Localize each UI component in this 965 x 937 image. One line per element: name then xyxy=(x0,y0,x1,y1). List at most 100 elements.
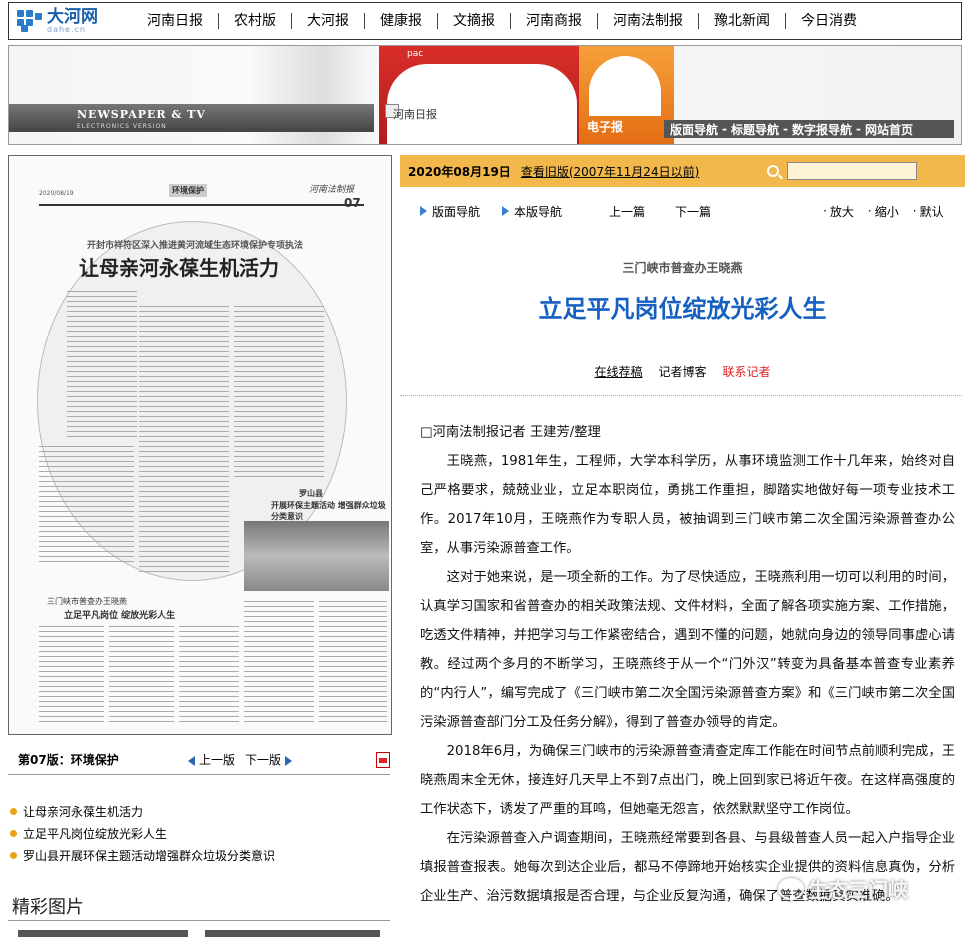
nav-link[interactable]: 河南商报 xyxy=(510,13,597,29)
pdf-icon[interactable] xyxy=(376,751,391,768)
next-page-link[interactable]: 下一版 xyxy=(245,751,296,768)
page-label: 第07版：环境保护 xyxy=(18,753,119,767)
article-meta-links: 在线荐稿 记者博客 联系记者 xyxy=(400,363,965,380)
logo-text-en: dahe.cn xyxy=(47,24,86,34)
site-logo[interactable]: 大河网 dahe.cn xyxy=(9,3,129,39)
search-input[interactable] xyxy=(787,162,918,180)
contact-reporter-link[interactable]: 联系记者 xyxy=(723,363,771,380)
watermark: 生态三门峡 xyxy=(778,874,908,903)
np-text-column xyxy=(319,601,387,726)
np-text-column xyxy=(139,306,229,576)
np-photo xyxy=(244,521,389,591)
newspaper-page-image[interactable]: 2020/08/19 环境保护 河南法制报 07 开封市祥符区深入推进黄河流域生… xyxy=(8,155,392,735)
article-link[interactable]: 让母亲河永葆生机活力 xyxy=(23,803,143,820)
nav-link[interactable]: 今日消费 xyxy=(785,13,872,29)
picture-thumb[interactable] xyxy=(205,930,380,937)
article-paragraph: 王晓燕，1981年生，工程师，大学本科学历，从事环境监测工作十几年来，始终对自己… xyxy=(420,454,955,556)
np-date: 2020/08/19 xyxy=(39,190,74,197)
article-toolbar: 版面导航 本版导航 上一篇 下一篇 · 放大 · 缩小 · 默认 xyxy=(400,198,965,224)
np-text-column xyxy=(39,446,134,566)
bullet-icon xyxy=(10,829,17,837)
zoom-in-button[interactable]: · 放大 xyxy=(823,203,854,220)
bullet-icon xyxy=(10,851,17,859)
article-headline: 立足平凡岗位绽放光彩人生 xyxy=(538,295,827,323)
nav-link[interactable]: 大河报 xyxy=(291,13,364,29)
np-text-column xyxy=(67,291,137,441)
bullet-icon: · xyxy=(867,204,872,218)
logo-icon xyxy=(17,10,43,32)
search-icon[interactable] xyxy=(767,165,780,177)
article-link[interactable]: 罗山县开展环保主题活动增强群众垃圾分类意识 xyxy=(23,847,275,864)
zoom-out-label: 缩小 xyxy=(874,204,899,219)
divider xyxy=(400,395,962,396)
article-paragraph: 2018年6月，为确保三门峡市的污染源普查清查定库工作能在时间节点前顺利完成，王… xyxy=(420,744,955,817)
subnav-sep: - xyxy=(783,122,788,136)
this-page-nav-button[interactable]: 本版导航 xyxy=(502,203,562,220)
picture-thumb[interactable] xyxy=(18,930,188,937)
np-brand: 河南法制报 xyxy=(309,185,355,195)
next-article-button[interactable]: 下一篇 xyxy=(675,203,711,220)
page-nav-button[interactable]: 版面导航 xyxy=(420,203,480,220)
date-bar: 2020年08月19日 查看旧版(2007年11月24日以前) xyxy=(400,155,965,187)
np-kicker: 开封市祥符区深入推进黄河流域生态环境保护专项执法 xyxy=(87,241,304,251)
np-sub-headline-2: 开展环保主题活动 增强群众垃圾分类意识 xyxy=(271,501,386,521)
np-page-number: 07 xyxy=(344,196,361,210)
banner-subtitle: ELECTRONICS VERSION xyxy=(77,123,167,130)
nav-link[interactable]: 河南日报 xyxy=(129,13,218,29)
arrow-right-icon xyxy=(502,206,510,216)
subnav-digital-nav[interactable]: 数字报导航 xyxy=(792,121,852,138)
subnav-home[interactable]: 网站首页 xyxy=(865,121,913,138)
article-paragraph: 这对于她来说，是一项全新的工作。为了尽快适应，王晓燕利用一切可以利用的时间，认真… xyxy=(420,570,955,730)
np-sub-headline: 立足平凡岗位 绽放光彩人生 xyxy=(64,611,176,621)
nav-link[interactable]: 文摘报 xyxy=(437,13,510,29)
recommend-link[interactable]: 在线荐稿 xyxy=(594,363,642,380)
article-body: □河南法制报记者 王建芳/整理 王晓燕，1981年生，工程师，大学本科学历，从事… xyxy=(420,418,955,911)
page-nav-label: 版面导航 xyxy=(432,204,481,219)
nav-link[interactable]: 豫北新闻 xyxy=(698,13,785,29)
default-size-button[interactable]: · 默认 xyxy=(913,203,944,220)
nav-link[interactable]: 农村版 xyxy=(218,13,291,29)
list-item[interactable]: 罗山县开展环保主题活动增强群众垃圾分类意识 xyxy=(8,844,390,866)
banner-title: NEWSPAPER & TV xyxy=(77,108,206,121)
list-item[interactable]: 让母亲河永葆生机活力 xyxy=(8,800,390,822)
np-sub-kicker-2: 罗山县 xyxy=(299,489,323,498)
logo-text-cn: 大河网 xyxy=(47,6,98,27)
np-text-column xyxy=(244,601,314,726)
bullet-icon: · xyxy=(912,204,917,218)
np-sub-kicker: 三门峡市普查办王晓燕 xyxy=(47,597,127,606)
banner-pac-label: pac xyxy=(407,49,424,59)
np-text-column xyxy=(179,626,239,726)
top-nav-bar: 大河网 dahe.cn 河南日报 农村版 大河报 健康报 文摘报 河南商报 河南… xyxy=(8,2,962,40)
subnav-sep: - xyxy=(856,122,861,136)
subnav-page-nav[interactable]: 版面导航 xyxy=(670,121,718,138)
prev-page-label: 上一版 xyxy=(198,753,235,767)
reporter-blog-link[interactable]: 记者博客 xyxy=(658,363,706,380)
old-version-link[interactable]: 查看旧版(2007年11月24日以前) xyxy=(521,163,699,180)
article-list: 让母亲河永葆生机活力 立足平凡岗位绽放光彩人生 罗山县开展环保主题活动增强群众垃… xyxy=(8,800,390,866)
this-page-nav-label: 本版导航 xyxy=(514,204,563,219)
subnav-title-nav[interactable]: 标题导航 xyxy=(731,121,779,138)
page-meta-bar: 第07版：环境保护 上一版 下一版 xyxy=(8,745,391,775)
newspaper-links: 河南日报 农村版 大河报 健康报 文摘报 河南商报 河南法制报 豫北新闻 今日消… xyxy=(129,13,961,29)
nav-link[interactable]: 河南法制报 xyxy=(597,13,698,29)
np-section: 环境保护 xyxy=(169,184,207,197)
prev-page-link[interactable]: 上一版 xyxy=(187,751,235,768)
banner-paper-link[interactable]: 河南日报 xyxy=(393,106,437,122)
arrow-right-icon xyxy=(285,755,293,766)
arrow-left-icon xyxy=(187,755,195,766)
np-headline: 让母亲河永葆生机活力 xyxy=(79,256,279,280)
article-paragraph: □河南法制报记者 王建芳/整理 xyxy=(420,425,601,440)
issue-date: 2020年08月19日 xyxy=(408,164,511,179)
prev-article-button[interactable]: 上一篇 xyxy=(609,203,645,220)
banner-subnav: 版面导航 - 标题导航 - 数字报导航 - 网站首页 xyxy=(664,120,954,138)
banner-epaper-label: 电子报 xyxy=(587,120,624,134)
nav-link[interactable]: 健康报 xyxy=(364,13,437,29)
article-link[interactable]: 立足平凡岗位绽放光彩人生 xyxy=(23,825,167,842)
arrow-right-icon xyxy=(420,206,427,216)
wechat-logo-icon xyxy=(778,877,804,900)
list-item[interactable]: 立足平凡岗位绽放光彩人生 xyxy=(8,822,390,844)
zoom-out-button[interactable]: · 缩小 xyxy=(868,203,899,220)
bullet-icon xyxy=(10,807,17,815)
banner: NEWSPAPER & TV ELECTRONICS VERSION pac 河… xyxy=(8,45,962,145)
zoom-in-label: 放大 xyxy=(829,204,854,219)
